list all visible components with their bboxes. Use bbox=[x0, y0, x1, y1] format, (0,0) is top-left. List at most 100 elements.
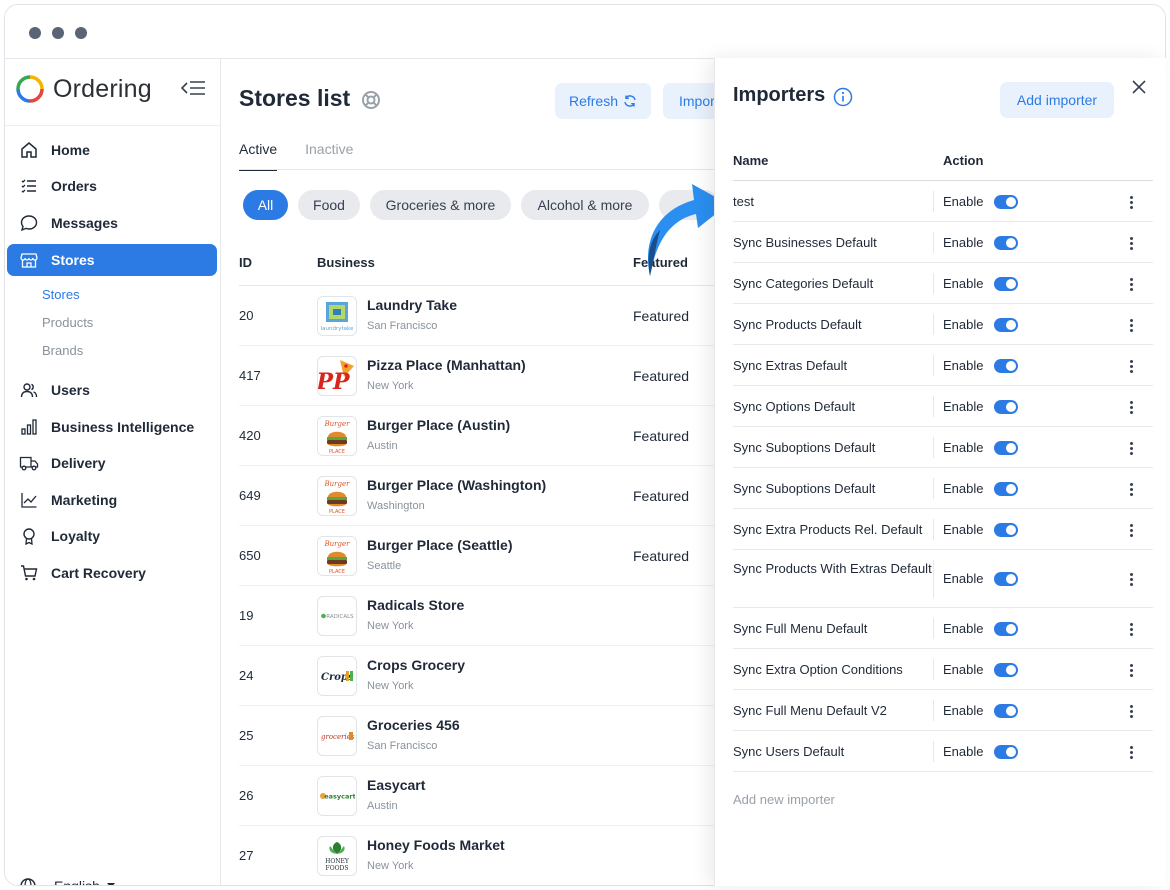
sidebar-item-loyalty[interactable]: Loyalty bbox=[7, 520, 217, 552]
more-dot bbox=[1129, 573, 1133, 576]
store-name: Radicals Store bbox=[367, 597, 465, 613]
enable-toggle[interactable] bbox=[994, 399, 1018, 414]
info-icon[interactable] bbox=[833, 87, 853, 107]
importer-row[interactable]: Sync Categories Default Enable bbox=[733, 263, 1153, 304]
sidebar-item-orders[interactable]: Orders bbox=[7, 170, 217, 202]
more-options-icon[interactable] bbox=[1129, 663, 1133, 677]
enable-label: Enable bbox=[943, 521, 984, 537]
chip-alcohol[interactable]: Alcohol & more bbox=[521, 190, 649, 220]
enable-toggle[interactable] bbox=[994, 440, 1018, 455]
more-options-icon[interactable] bbox=[1129, 400, 1133, 414]
more-options-icon[interactable] bbox=[1129, 482, 1133, 496]
more-dot bbox=[1129, 668, 1133, 672]
enable-toggle[interactable] bbox=[994, 572, 1018, 586]
store-id: 19 bbox=[239, 608, 254, 623]
add-new-importer-link[interactable]: Add new importer bbox=[733, 792, 835, 807]
enable-toggle[interactable] bbox=[994, 235, 1018, 250]
column-divider bbox=[933, 355, 934, 376]
sidebar-item-cart-recovery[interactable]: Cart Recovery bbox=[7, 557, 217, 589]
store-id: 25 bbox=[239, 728, 254, 743]
more-options-icon[interactable] bbox=[1129, 236, 1133, 250]
sidebar-item-label: Home bbox=[51, 142, 90, 158]
window-dot[interactable] bbox=[52, 27, 64, 39]
sidebar-subitem-brands[interactable]: Brands bbox=[42, 343, 83, 358]
enable-label: Enable bbox=[943, 480, 984, 496]
tab-inactive[interactable]: Inactive bbox=[305, 141, 353, 171]
more-options-icon[interactable] bbox=[1129, 195, 1133, 209]
importer-row[interactable]: Sync Options Default Enable bbox=[733, 386, 1153, 427]
enable-label: Enable bbox=[943, 439, 984, 455]
more-options-icon[interactable] bbox=[1129, 441, 1133, 455]
sidebar-item-messages[interactable]: Messages bbox=[7, 207, 217, 239]
radicals-logo-text: RADICALS bbox=[326, 614, 354, 620]
window-dot[interactable] bbox=[75, 27, 87, 39]
importer-row[interactable]: Sync Full Menu Default Enable bbox=[733, 608, 1153, 649]
enable-toggle[interactable] bbox=[994, 358, 1018, 373]
sidebar-item-users[interactable]: Users bbox=[7, 374, 217, 406]
enable-toggle[interactable] bbox=[994, 744, 1018, 759]
enable-label: Enable bbox=[943, 398, 984, 414]
burger-logo-icon: Burger PLACE bbox=[324, 480, 351, 515]
more-dot bbox=[1129, 663, 1133, 667]
sidebar-item-label: Cart Recovery bbox=[51, 565, 146, 581]
importer-row[interactable]: Sync Full Menu Default V2 Enable bbox=[733, 690, 1153, 731]
importer-row[interactable]: Sync Extra Products Rel. Default Enable bbox=[733, 509, 1153, 550]
enable-toggle[interactable] bbox=[994, 276, 1018, 291]
sidebar-subitem-stores[interactable]: Stores bbox=[42, 287, 80, 302]
enable-toggle[interactable] bbox=[994, 522, 1018, 537]
honey-foods-logo-icon: HONEYFOODS bbox=[325, 842, 350, 872]
tab-active[interactable]: Active bbox=[239, 141, 278, 171]
brand[interactable]: Ordering bbox=[15, 71, 152, 107]
refresh-button[interactable]: Refresh bbox=[555, 83, 651, 119]
importer-name: Sync Categories Default bbox=[733, 276, 874, 291]
enable-toggle[interactable] bbox=[994, 194, 1018, 209]
importer-name: Sync Extras Default bbox=[733, 358, 848, 373]
more-dot bbox=[1129, 673, 1133, 677]
more-options-icon[interactable] bbox=[1129, 622, 1133, 636]
enable-toggle[interactable] bbox=[994, 481, 1018, 496]
more-dot bbox=[1129, 745, 1133, 749]
language-selector[interactable]: English bbox=[19, 877, 116, 885]
more-options-icon[interactable] bbox=[1129, 359, 1133, 373]
honey-logo-text: HONEY bbox=[325, 858, 350, 865]
more-options-icon[interactable] bbox=[1129, 573, 1133, 586]
enable-toggle[interactable] bbox=[994, 317, 1018, 332]
featured-label: Featured bbox=[633, 548, 690, 564]
window-dot[interactable] bbox=[29, 27, 41, 39]
sidebar-item-delivery[interactable]: Delivery bbox=[7, 447, 217, 479]
enable-toggle[interactable] bbox=[994, 621, 1018, 636]
store-icon bbox=[19, 250, 39, 270]
collapse-sidebar-icon[interactable] bbox=[181, 79, 207, 97]
sidebar-item-label: Business Intelligence bbox=[51, 419, 195, 435]
importer-row[interactable]: Sync Suboptions Default Enable bbox=[733, 468, 1153, 509]
add-importer-button[interactable]: Add importer bbox=[1000, 82, 1114, 118]
enable-toggle[interactable] bbox=[994, 703, 1018, 718]
more-options-icon[interactable] bbox=[1129, 704, 1133, 718]
importer-row[interactable]: Sync Users Default Enable bbox=[733, 731, 1153, 772]
sidebar-item-business-intelligence[interactable]: Business Intelligence bbox=[7, 411, 217, 443]
sidebar-item-stores[interactable]: Stores bbox=[7, 244, 217, 276]
close-icon[interactable] bbox=[1131, 79, 1147, 95]
chip-food[interactable]: Food bbox=[298, 190, 360, 220]
sidebar-item-label: Stores bbox=[51, 252, 95, 268]
importer-row[interactable]: Sync Businesses Default Enable bbox=[733, 222, 1153, 263]
enable-toggle[interactable] bbox=[994, 662, 1018, 677]
more-options-icon[interactable] bbox=[1129, 318, 1133, 332]
chip-all[interactable]: All bbox=[243, 190, 288, 220]
importer-row[interactable]: Sync Extras Default Enable bbox=[733, 345, 1153, 386]
more-options-icon[interactable] bbox=[1129, 523, 1133, 537]
store-name: Burger Place (Seattle) bbox=[367, 537, 513, 553]
sidebar-item-home[interactable]: Home bbox=[7, 134, 217, 166]
importer-row[interactable]: Sync Extra Option Conditions Enable bbox=[733, 649, 1153, 690]
sidebar-subitem-products[interactable]: Products bbox=[42, 315, 93, 330]
importer-row[interactable]: Sync Products With Extras Default Enable bbox=[733, 550, 1153, 608]
importer-row[interactable]: Sync Suboptions Default Enable bbox=[733, 427, 1153, 468]
sidebar-item-marketing[interactable]: Marketing bbox=[7, 484, 217, 516]
column-divider bbox=[933, 273, 934, 294]
importer-row[interactable]: test Enable bbox=[733, 181, 1153, 222]
importer-row[interactable]: Sync Products Default Enable bbox=[733, 304, 1153, 345]
help-tour-icon[interactable] bbox=[361, 90, 381, 110]
more-options-icon[interactable] bbox=[1129, 745, 1133, 759]
more-options-icon[interactable] bbox=[1129, 277, 1133, 291]
chip-groceries[interactable]: Groceries & more bbox=[370, 190, 511, 220]
